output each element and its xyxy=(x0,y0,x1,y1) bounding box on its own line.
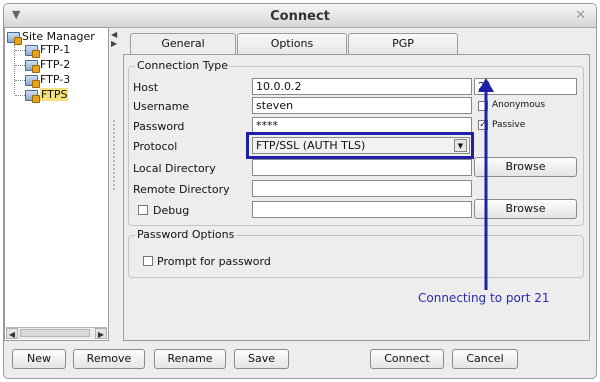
username-label: Username xyxy=(133,100,190,113)
password-options-title: Password Options xyxy=(135,228,237,241)
tab-pgp[interactable]: PGP xyxy=(348,33,458,54)
debug-checkbox[interactable] xyxy=(138,205,148,215)
save-button[interactable]: Save xyxy=(234,349,289,369)
debug-label: Debug xyxy=(153,204,190,217)
scroll-right-icon[interactable]: ▶ xyxy=(95,328,107,339)
computer-node-icon xyxy=(25,44,40,58)
site-tree[interactable]: Site Manager FTP-1 FTP-2 FTP-3 FTPS ◀ ▶ xyxy=(4,27,109,341)
tree-item-ftp-3[interactable]: FTP-3 xyxy=(15,73,71,88)
title-bar: ▼ Connect ✕ xyxy=(4,4,596,28)
debug-input[interactable] xyxy=(252,201,472,218)
remote-directory-input[interactable] xyxy=(252,180,472,197)
tree-item-label: FTP-1 xyxy=(40,43,71,56)
tree-item-label: FTP-2 xyxy=(40,58,71,71)
tree-item-label: FTPS xyxy=(40,88,69,101)
protocol-highlight-box xyxy=(246,132,474,159)
tab-general[interactable]: General xyxy=(130,33,236,55)
host-input[interactable]: 10.0.0.2 xyxy=(252,78,472,95)
tree-item-ftp-2[interactable]: FTP-2 xyxy=(15,58,71,73)
computer-node-icon xyxy=(25,89,40,103)
annotation-text: Connecting to port 21 xyxy=(418,291,550,305)
local-directory-input[interactable] xyxy=(252,159,472,176)
tree-item-ftp-1[interactable]: FTP-1 xyxy=(15,43,71,58)
tree-root[interactable]: Site Manager xyxy=(7,30,95,45)
tree-item-label: FTP-3 xyxy=(40,73,71,86)
protocol-label: Protocol xyxy=(133,140,178,153)
tree-root-label: Site Manager xyxy=(22,30,95,43)
splitter-handle[interactable] xyxy=(113,120,115,190)
local-directory-label: Local Directory xyxy=(133,162,216,175)
password-label: Password xyxy=(133,120,185,133)
scroll-left-icon[interactable]: ◀ xyxy=(6,328,18,339)
cancel-button[interactable]: Cancel xyxy=(452,349,518,369)
collapse-arrow-icon[interactable]: ◀ ▶ xyxy=(111,30,117,48)
tree-horizontal-scrollbar[interactable]: ◀ ▶ xyxy=(6,327,107,339)
window-title: Connect xyxy=(270,9,330,24)
tree-item-ftps[interactable]: FTPS xyxy=(15,88,69,103)
rename-button[interactable]: Rename xyxy=(154,349,226,369)
tab-options[interactable]: Options xyxy=(237,33,347,54)
tab-label: General xyxy=(161,37,205,50)
prompt-password-label: Prompt for password xyxy=(157,255,271,268)
computer-node-icon xyxy=(25,74,40,88)
username-input[interactable]: steven xyxy=(252,97,472,114)
prompt-password-checkbox[interactable] xyxy=(143,256,153,266)
connection-type-title: Connection Type xyxy=(135,59,231,72)
host-label: Host xyxy=(133,81,159,94)
tab-label: Options xyxy=(270,37,314,50)
connect-button[interactable]: Connect xyxy=(370,349,444,369)
scroll-thumb[interactable] xyxy=(20,329,90,337)
computer-node-icon xyxy=(25,59,40,73)
tab-label: PGP xyxy=(392,37,414,50)
annotation-arrow xyxy=(478,78,494,290)
new-button[interactable]: New xyxy=(12,349,66,369)
site-manager-icon xyxy=(7,31,22,45)
remote-directory-label: Remote Directory xyxy=(133,183,230,196)
close-icon[interactable]: ✕ xyxy=(575,8,586,23)
remove-button[interactable]: Remove xyxy=(73,349,145,369)
